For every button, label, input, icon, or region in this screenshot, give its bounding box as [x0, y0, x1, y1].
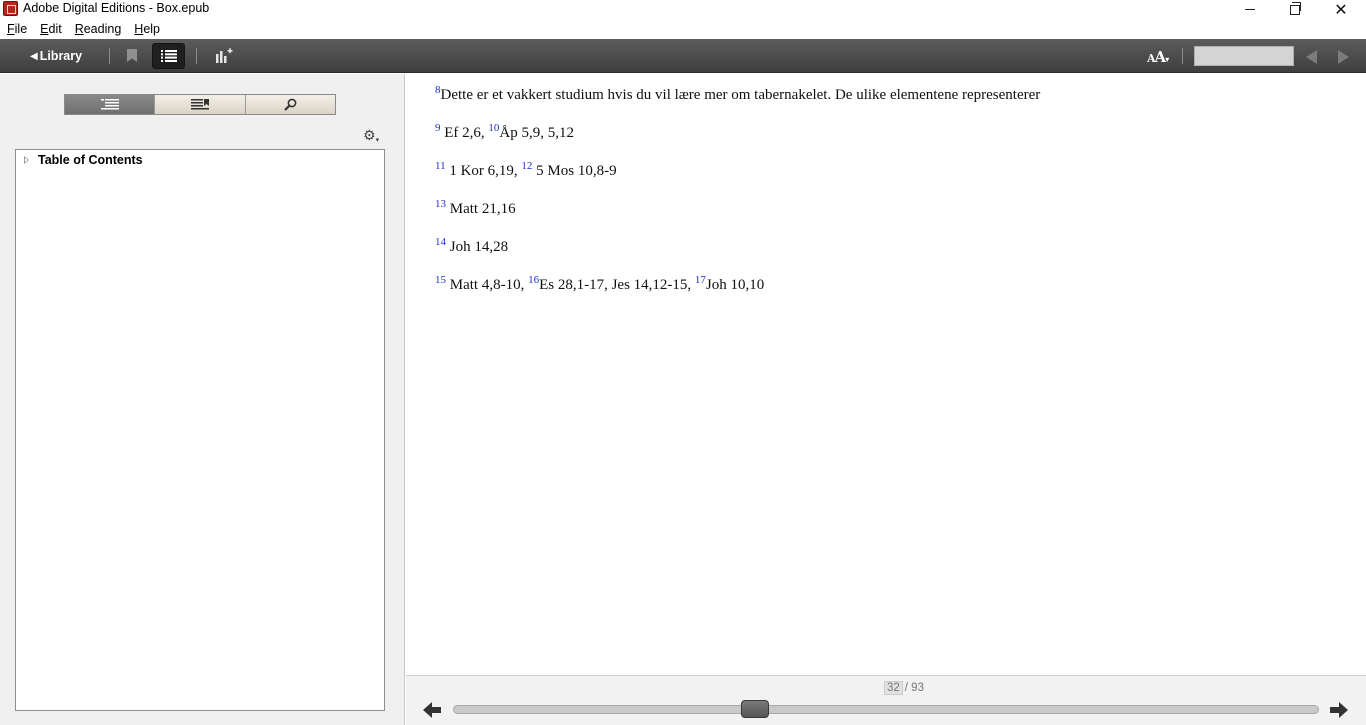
arrow-right-icon	[1330, 702, 1348, 718]
toolbar-divider	[1182, 48, 1183, 64]
footnote-ref-link[interactable]: 11	[435, 160, 446, 172]
tab-table-of-contents[interactable]	[65, 95, 156, 114]
footnote-text: Matt 4,8-10,	[446, 277, 529, 293]
footnote-ref-link[interactable]: 16	[528, 274, 539, 286]
previous-page-button[interactable]	[423, 702, 441, 718]
toolbar-divider	[109, 48, 110, 64]
footnote-text: Åp 5,9, 5,12	[499, 125, 575, 141]
menu-help[interactable]: Help	[134, 22, 160, 36]
footnote-paragraph: 15 Matt 4,8-10, 16Es 28,1-17, Jes 14,12-…	[435, 274, 765, 294]
toc-panel: Table of Contents	[15, 149, 385, 711]
page-slider-track[interactable]	[453, 705, 1319, 714]
footnote-ref-link[interactable]: 13	[435, 198, 446, 210]
toolbar-divider	[196, 48, 197, 64]
sidebar: ⚙▾ Table of Contents	[0, 74, 405, 725]
footnote-paragraph: 11 1 Kor 6,19, 12 5 Mos 10,8-9	[435, 160, 617, 180]
adobe-digital-editions-app-icon	[3, 1, 18, 16]
menu-edit[interactable]: Edit	[40, 22, 62, 36]
footnote-text: Dette er et vakkert studium hvis du vil …	[440, 87, 1041, 103]
menu-reading[interactable]: Reading	[75, 22, 122, 36]
expand-arrow-icon[interactable]	[24, 156, 29, 164]
page-slider-thumb[interactable]	[741, 700, 770, 718]
sidebar-options-button[interactable]: ⚙▾	[363, 128, 379, 144]
list-icon	[160, 50, 177, 62]
reader-toolbar: ◀ Library AA▾	[0, 39, 1366, 73]
search-icon	[284, 98, 297, 111]
footnote-ref-link[interactable]: 12	[521, 160, 532, 172]
restore-button[interactable]	[1272, 0, 1318, 19]
footnote-ref-link[interactable]: 15	[435, 274, 446, 286]
footnote-text: Joh 14,28	[446, 239, 509, 255]
minimize-icon	[1245, 9, 1255, 10]
footnote-text: Es 28,1-17, Jes 14,12-15,	[539, 277, 695, 293]
close-button[interactable]: ✕	[1318, 0, 1364, 19]
previous-result-icon[interactable]	[1306, 50, 1317, 64]
toc-root-item[interactable]: Table of Contents	[24, 153, 143, 167]
library-label: Library	[39, 49, 83, 63]
footnote-text: Matt 21,16	[446, 201, 516, 217]
page-indicator: 32 / 93	[884, 681, 924, 695]
next-page-button[interactable]	[1330, 702, 1348, 718]
bookmark-icon[interactable]	[127, 49, 137, 62]
bookmark-list-icon	[190, 99, 209, 110]
total-pages: / 93	[904, 682, 924, 694]
chevron-down-icon: ▾	[1165, 55, 1169, 64]
tab-bookmarks[interactable]	[155, 95, 246, 114]
search-input[interactable]	[1194, 46, 1294, 66]
contents-list-icon	[100, 99, 119, 110]
chevron-down-icon: ▾	[375, 136, 380, 144]
menu-bar: File Edit Reading Help	[0, 19, 1366, 39]
arrow-left-icon	[423, 702, 441, 718]
next-result-icon[interactable]	[1338, 50, 1349, 64]
font-size-button[interactable]: AA▾	[1147, 48, 1169, 66]
add-chart-icon[interactable]	[215, 48, 233, 66]
footnote-text: 1 Kor 6,19,	[445, 163, 522, 179]
sidebar-view-switcher	[64, 94, 336, 115]
footnote-ref-link[interactable]: 17	[695, 274, 706, 286]
title-bar: Adobe Digital Editions - Box.epub ✕	[0, 0, 1366, 19]
minimize-button[interactable]	[1227, 0, 1273, 19]
footnote-text: Joh 10,10	[705, 277, 765, 293]
footnote-text: Ef 2,6,	[440, 125, 489, 141]
reading-pane: 8Dette er et vakkert studium hvis du vil…	[406, 74, 1366, 675]
footnote-ref-link[interactable]: 10	[488, 122, 499, 134]
back-arrow-icon: ◀	[30, 50, 38, 62]
close-icon: ✕	[1334, 0, 1348, 19]
restore-icon	[1290, 1, 1301, 15]
tab-search[interactable]	[245, 95, 335, 114]
toc-root-label: Table of Contents	[38, 153, 143, 167]
footnote-paragraph: 8Dette er et vakkert studium hvis du vil…	[435, 85, 1041, 104]
current-page-field[interactable]: 32	[884, 681, 903, 695]
footnote-paragraph: 14 Joh 14,28	[435, 236, 509, 256]
footnote-text: 5 Mos 10,8-9	[532, 163, 617, 179]
toc-toggle-button[interactable]	[152, 43, 185, 69]
gear-icon: ⚙	[363, 128, 376, 144]
footnote-paragraph: 13 Matt 21,16	[435, 198, 516, 218]
library-button[interactable]: ◀ Library	[30, 47, 82, 65]
footnote-paragraph: 9 Ef 2,6, 10Åp 5,9, 5,12	[435, 122, 575, 142]
window-title: Adobe Digital Editions - Box.epub	[23, 1, 210, 15]
page-navigation-bar: 32 / 93	[406, 675, 1366, 725]
footnote-ref-link[interactable]: 14	[435, 236, 446, 248]
menu-file[interactable]: File	[7, 22, 27, 36]
